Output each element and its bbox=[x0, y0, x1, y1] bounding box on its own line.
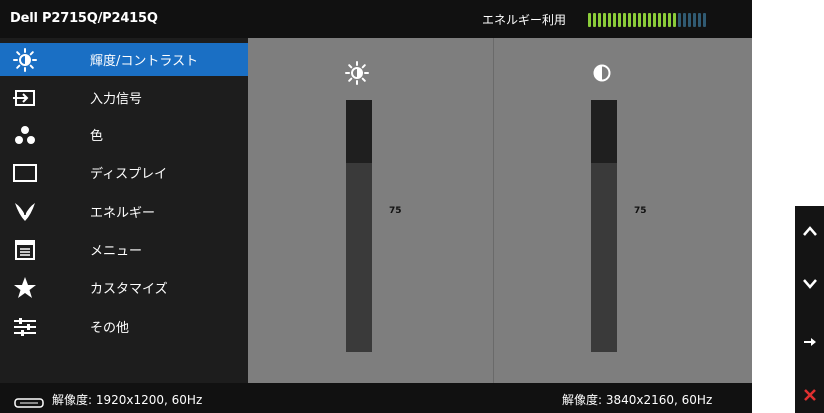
other-settings-icon bbox=[12, 315, 38, 339]
energy-meter-segment bbox=[618, 13, 621, 27]
contrast-slider-remaining bbox=[591, 100, 617, 163]
energy-meter-segment bbox=[638, 13, 641, 27]
energy-meter-segment bbox=[663, 13, 666, 27]
osd-sidebar-menu: 輝度/コントラスト 入力信号 色 ディスプレイ エネルギー メニュー カスタマイ… bbox=[0, 38, 248, 383]
energy-meter-segment bbox=[628, 13, 631, 27]
energy-meter-segment bbox=[693, 13, 696, 27]
display-rectangle-icon bbox=[12, 161, 38, 185]
menu-label-menu: メニュー bbox=[90, 244, 143, 259]
menu-item-menu[interactable]: メニュー bbox=[0, 233, 248, 266]
energy-meter-segment bbox=[623, 13, 626, 27]
energy-meter-segment bbox=[683, 13, 686, 27]
brightness-sun-icon bbox=[344, 60, 370, 86]
brightness-slider-remaining bbox=[346, 100, 372, 163]
chevron-down-icon bbox=[802, 274, 817, 293]
energy-usage-meter bbox=[588, 13, 706, 27]
model-title: Dell P2715Q/P2415Q bbox=[10, 11, 158, 26]
brightness-sun-icon bbox=[12, 47, 38, 72]
contrast-value: 75 bbox=[634, 206, 647, 216]
menu-list-icon bbox=[12, 238, 38, 262]
menu-label-customize: カスタマイズ bbox=[90, 282, 168, 297]
brightness-slider[interactable] bbox=[346, 100, 372, 352]
menu-item-energy[interactable]: エネルギー bbox=[0, 195, 248, 228]
down-button[interactable] bbox=[795, 268, 824, 298]
energy-leaf-icon bbox=[12, 200, 38, 224]
menu-label-brightness-contrast: 輝度/コントラスト bbox=[90, 54, 199, 69]
energy-meter-segment bbox=[603, 13, 606, 27]
menu-label-energy: エネルギー bbox=[90, 206, 156, 221]
contrast-half-circle-icon bbox=[589, 60, 615, 86]
settings-panel: 75 75 bbox=[248, 38, 752, 383]
menu-item-input-source[interactable]: 入力信号 bbox=[0, 81, 248, 114]
cable-connector-icon bbox=[14, 393, 44, 408]
brightness-value: 75 bbox=[389, 206, 402, 216]
energy-meter-segment bbox=[598, 13, 601, 27]
arrow-right-icon bbox=[803, 332, 817, 351]
energy-meter-segment bbox=[698, 13, 701, 27]
energy-meter-segment bbox=[678, 13, 681, 27]
energy-meter-segment bbox=[593, 13, 596, 27]
energy-meter-segment bbox=[608, 13, 611, 27]
menu-item-customize[interactable]: カスタマイズ bbox=[0, 271, 248, 304]
monitor-button-strip bbox=[795, 206, 824, 413]
exit-button[interactable] bbox=[795, 381, 824, 411]
energy-meter-segment bbox=[673, 13, 676, 27]
up-button[interactable] bbox=[795, 215, 824, 245]
energy-meter-segment bbox=[653, 13, 656, 27]
menu-label-input-source: 入力信号 bbox=[90, 92, 143, 107]
osd-header: Dell P2715Q/P2415Q エネルギー利用 bbox=[0, 0, 752, 38]
menu-item-display[interactable]: ディスプレイ bbox=[0, 156, 248, 189]
monitor-osd: Dell P2715Q/P2415Q エネルギー利用 輝度/コントラスト 入力信… bbox=[0, 0, 752, 413]
menu-item-brightness-contrast[interactable]: 輝度/コントラスト bbox=[0, 43, 248, 76]
energy-meter-segment bbox=[703, 13, 706, 27]
energy-meter-segment bbox=[658, 13, 661, 27]
close-icon bbox=[803, 387, 817, 406]
color-dots-icon bbox=[12, 123, 38, 147]
osd-status-bar: 解像度: 1920x1200, 60Hz 解像度: 3840x2160, 60H… bbox=[0, 383, 752, 413]
energy-meter-segment bbox=[633, 13, 636, 27]
energy-meter-segment bbox=[613, 13, 616, 27]
menu-label-other: その他 bbox=[90, 321, 130, 336]
star-icon bbox=[12, 276, 38, 300]
menu-item-color[interactable]: 色 bbox=[0, 118, 248, 151]
enter-button[interactable] bbox=[795, 326, 824, 356]
energy-meter-segment bbox=[668, 13, 671, 27]
energy-meter-segment bbox=[648, 13, 651, 27]
input-source-icon bbox=[12, 86, 38, 110]
menu-label-color: 色 bbox=[90, 129, 104, 144]
energy-meter-segment bbox=[688, 13, 691, 27]
energy-meter-segment bbox=[643, 13, 646, 27]
energy-meter-segment bbox=[588, 13, 591, 27]
menu-label-display: ディスプレイ bbox=[90, 167, 168, 182]
contrast-slider[interactable] bbox=[591, 100, 617, 352]
current-resolution-text: 解像度: 1920x1200, 60Hz bbox=[52, 393, 203, 407]
panel-divider bbox=[493, 38, 494, 383]
optimal-resolution-text: 解像度: 3840x2160, 60Hz bbox=[562, 393, 713, 407]
chevron-up-icon bbox=[802, 221, 817, 240]
energy-usage-label: エネルギー利用 bbox=[482, 13, 567, 27]
menu-item-other[interactable]: その他 bbox=[0, 310, 248, 343]
